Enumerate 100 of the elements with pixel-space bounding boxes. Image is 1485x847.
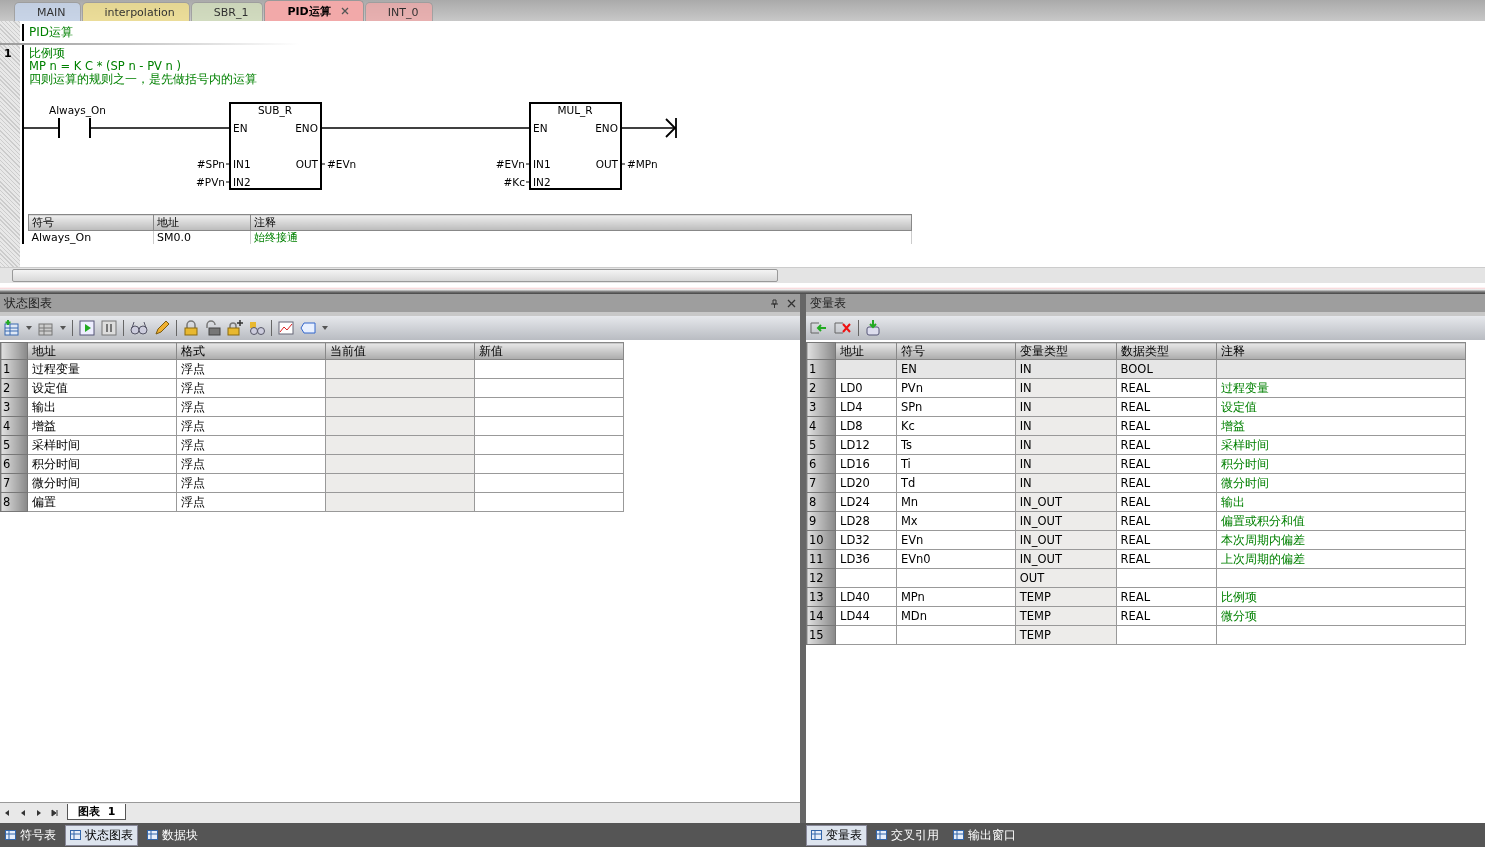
editor-tab[interactable]: interpolation <box>81 2 190 21</box>
editor-tab[interactable]: SBR_1 <box>190 2 264 21</box>
table-cell: LD0 <box>835 378 897 398</box>
window-tab[interactable]: 状态图表 <box>65 824 138 846</box>
table-cell: REAL <box>1116 530 1217 550</box>
table-cell: SM0.0 <box>153 230 251 244</box>
caret-icon[interactable] <box>26 326 32 330</box>
lock-icon[interactable] <box>183 320 199 336</box>
editor-tab[interactable]: INT_0 <box>364 2 434 21</box>
tag-icon[interactable] <box>300 322 316 334</box>
table-cell: REAL <box>1116 473 1217 493</box>
column-header: 当前值 <box>325 342 475 360</box>
glasses-icon[interactable] <box>130 320 148 336</box>
column-header: 格式 <box>176 342 326 360</box>
pin-label: OUT <box>295 158 318 170</box>
table-cell: 过程变量 <box>1216 378 1466 398</box>
table-icon <box>811 830 822 840</box>
first-page-icon[interactable] <box>3 809 11 817</box>
table-cell: 增益 <box>1216 416 1466 436</box>
table-cell: 浮点 <box>176 359 326 379</box>
table-add-icon[interactable] <box>4 320 20 336</box>
caret-icon[interactable] <box>322 326 328 330</box>
table-cell: Mx <box>896 511 1016 531</box>
window-tab[interactable]: 输出窗口 <box>948 824 1021 846</box>
editor-tab[interactable]: PID运算 <box>264 0 364 21</box>
pin-label: IN2 <box>233 176 251 188</box>
table-cell: 输出 <box>1216 492 1466 512</box>
table-cell: LD32 <box>835 530 897 550</box>
table-icon <box>147 830 158 840</box>
table-cell: REAL <box>1116 511 1217 531</box>
table-cell: EVn0 <box>896 549 1016 569</box>
table-cell: 上次周期的偏差 <box>1216 549 1466 569</box>
play-icon[interactable] <box>79 320 95 336</box>
table-cell: REAL <box>1116 435 1217 455</box>
sheet-tab[interactable]: 图表 1 <box>67 803 127 820</box>
panel-title: 变量表 <box>810 295 846 311</box>
table-cell: 浮点 <box>176 397 326 417</box>
table-cell: REAL <box>1116 606 1217 626</box>
table-cell: 微分时间 <box>1216 473 1466 493</box>
table-cell: REAL <box>1116 587 1217 607</box>
table-cell: REAL <box>1116 492 1217 512</box>
column-header: 新值 <box>474 342 624 360</box>
lock-add-icon[interactable] <box>227 320 243 336</box>
caret-icon[interactable] <box>60 326 66 330</box>
table-cell: 浮点 <box>176 492 326 512</box>
pin-label: ENO <box>595 122 618 134</box>
table-cell: 偏置或积分和值 <box>1216 511 1466 531</box>
table-delete-icon[interactable] <box>38 320 54 336</box>
table-cell: 采样时间 <box>1216 435 1466 455</box>
window-tab[interactable]: 变量表 <box>806 824 867 846</box>
table-cell: PVn <box>896 378 1016 398</box>
table-cell: LD24 <box>835 492 897 512</box>
table-cell: LD28 <box>835 511 897 531</box>
window-tab[interactable]: 交叉引用 <box>871 824 944 846</box>
table-cell: 过程变量 <box>27 359 177 379</box>
editor-tab[interactable]: MAIN <box>14 2 81 21</box>
table-cell: 浮点 <box>176 416 326 436</box>
pencil-icon[interactable] <box>154 320 170 336</box>
network-number: 1 <box>4 47 12 60</box>
table-cell: 设定值 <box>27 378 177 398</box>
download-icon[interactable] <box>865 320 881 336</box>
operand-label: #PVn <box>196 176 225 188</box>
next-icon[interactable] <box>35 809 43 817</box>
pin-icon[interactable] <box>770 298 779 308</box>
column-header: 注释 <box>1216 342 1466 360</box>
contact-icon <box>58 117 91 139</box>
table-cell: MDn <box>896 606 1016 626</box>
last-page-icon[interactable] <box>51 809 59 817</box>
network-comment: 四则运算的规则之一，是先做括号内的运算 <box>28 73 258 86</box>
lock-icon[interactable] <box>205 320 221 336</box>
delete-row-icon[interactable] <box>834 320 852 336</box>
pin-label: ENO <box>295 122 318 134</box>
scrollbar-thumb[interactable] <box>12 269 778 282</box>
operand-label: #SPn <box>196 158 225 170</box>
column-header: 地址 <box>153 214 251 231</box>
chart-icon[interactable] <box>278 320 294 336</box>
table-cell: LD8 <box>835 416 897 436</box>
close-icon[interactable] <box>787 298 796 308</box>
table-icon <box>5 830 16 840</box>
table-icon <box>953 830 964 840</box>
table-cell: 浮点 <box>176 435 326 455</box>
window-tab[interactable]: 符号表 <box>0 824 61 846</box>
table-cell: MPn <box>896 587 1016 607</box>
table-cell: 积分时间 <box>27 454 177 474</box>
table-cell: LD4 <box>835 397 897 417</box>
pin-label: IN1 <box>533 158 551 170</box>
column-header: 数据类型 <box>1116 342 1217 360</box>
window-tab[interactable]: 数据块 <box>142 824 203 846</box>
previous-icon[interactable] <box>19 809 27 817</box>
table-cell: 采样时间 <box>27 435 177 455</box>
table-cell: Td <box>896 473 1016 493</box>
glasses-lock-icon[interactable] <box>249 320 265 336</box>
close-icon[interactable] <box>340 7 349 15</box>
contact-label: Always_On <box>49 104 106 116</box>
table-cell: 浮点 <box>176 378 326 398</box>
table-cell: 微分时间 <box>27 473 177 493</box>
pin-label: IN1 <box>233 158 251 170</box>
table-cell: Ti <box>896 454 1016 474</box>
table-cell: 始终接通 <box>250 230 912 244</box>
pause-icon[interactable] <box>101 320 117 336</box>
